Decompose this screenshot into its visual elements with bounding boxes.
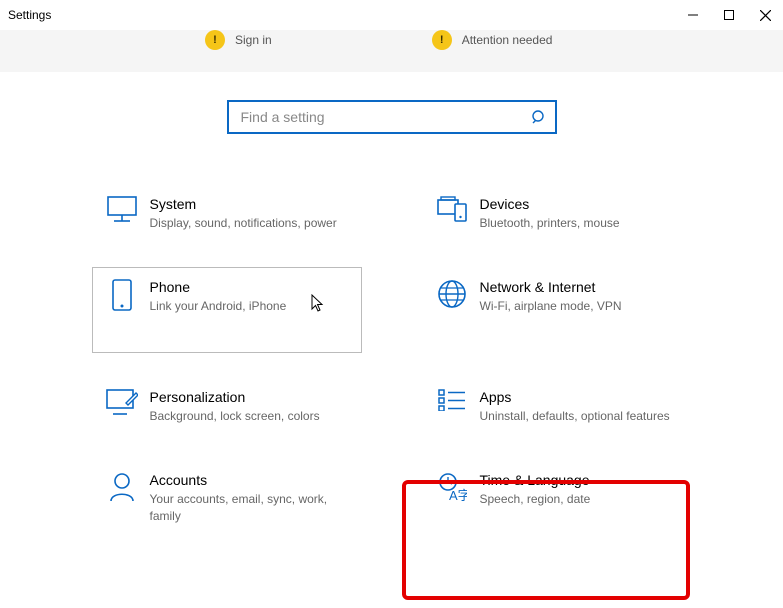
category-personalization[interactable]: Personalization Background, lock screen,… xyxy=(92,377,362,436)
category-title: Devices xyxy=(480,196,682,212)
category-subtitle: Speech, region, date xyxy=(480,491,682,507)
category-subtitle: Your accounts, email, sync, work, family xyxy=(150,491,352,523)
category-system[interactable]: System Display, sound, notifications, po… xyxy=(92,184,362,243)
system-icon xyxy=(107,196,137,231)
category-time-language[interactable]: A字 Time & Language Speech, region, date xyxy=(422,460,692,535)
close-button[interactable] xyxy=(747,0,783,30)
settings-grid: System Display, sound, notifications, po… xyxy=(92,184,692,560)
minimize-button[interactable] xyxy=(675,0,711,30)
titlebar: Settings xyxy=(0,0,783,30)
sign-in-label: Sign in xyxy=(235,33,272,47)
category-subtitle: Display, sound, notifications, power xyxy=(150,215,352,231)
window-title: Settings xyxy=(8,8,51,22)
category-title: Network & Internet xyxy=(480,279,682,295)
attention-needed-alert[interactable]: ! Attention needed xyxy=(432,30,553,50)
category-devices[interactable]: Devices Bluetooth, printers, mouse xyxy=(422,184,692,243)
top-alert-band: ! Sign in ! Attention needed xyxy=(0,30,783,72)
category-title: Time & Language xyxy=(480,472,682,488)
warning-icon: ! xyxy=(432,30,452,50)
search-input[interactable] xyxy=(239,108,531,126)
category-accounts[interactable]: Accounts Your accounts, email, sync, wor… xyxy=(92,460,362,535)
search-box[interactable] xyxy=(227,100,557,134)
category-subtitle: Wi-Fi, airplane mode, VPN xyxy=(480,298,682,314)
category-title: Apps xyxy=(480,389,682,405)
apps-icon xyxy=(438,389,466,424)
personalization-icon xyxy=(106,389,138,424)
category-title: System xyxy=(150,196,352,212)
category-subtitle: Link your Android, iPhone xyxy=(150,298,352,314)
category-apps[interactable]: Apps Uninstall, defaults, optional featu… xyxy=(422,377,692,436)
category-title: Accounts xyxy=(150,472,352,488)
time-language-icon: A字 xyxy=(437,472,467,523)
category-title: Personalization xyxy=(150,389,352,405)
devices-icon xyxy=(437,196,467,231)
category-subtitle: Bluetooth, printers, mouse xyxy=(480,215,682,231)
phone-icon xyxy=(112,279,132,341)
category-title: Phone xyxy=(150,279,352,295)
search-icon xyxy=(531,109,547,125)
maximize-button[interactable] xyxy=(711,0,747,30)
svg-text:A字: A字 xyxy=(449,488,467,502)
warning-icon: ! xyxy=(205,30,225,50)
category-phone[interactable]: Phone Link your Android, iPhone xyxy=(92,267,362,353)
category-network[interactable]: Network & Internet Wi-Fi, airplane mode,… xyxy=(422,267,692,353)
category-subtitle: Uninstall, defaults, optional features xyxy=(480,408,682,424)
window-controls xyxy=(675,0,783,30)
accounts-icon xyxy=(109,472,135,523)
network-icon xyxy=(437,279,467,341)
attention-label: Attention needed xyxy=(462,33,553,47)
category-subtitle: Background, lock screen, colors xyxy=(150,408,352,424)
sign-in-alert[interactable]: ! Sign in xyxy=(205,30,272,50)
